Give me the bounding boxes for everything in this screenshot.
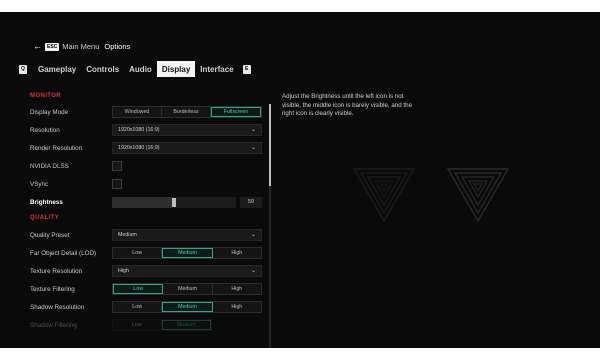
setting-texture-resolution: Texture Resolution High ⌄	[30, 265, 266, 277]
prev-tab-key-badge[interactable]: Q	[19, 64, 27, 74]
dropdown-value: High	[118, 268, 129, 274]
setting-vsync: VSync	[30, 178, 266, 190]
breadcrumb-options: Options	[104, 42, 131, 51]
lod-option-medium[interactable]: Medium	[162, 248, 213, 258]
setting-label: Far Object Detail (LOD)	[30, 249, 97, 257]
shadow-resolution-option-high[interactable]: High	[212, 302, 261, 312]
dlss-checkbox[interactable]	[112, 161, 122, 171]
setting-description: Adjust the Brightness until the left ico…	[282, 93, 413, 118]
setting-lod: Far Object Detail (LOD) Low Medium High	[30, 247, 266, 259]
section-header-monitor: MONITOR	[30, 93, 62, 99]
setting-label: VSync	[30, 180, 49, 188]
chevron-down-icon: ⌄	[250, 268, 256, 274]
display-mode-selector: Windowed Borderless Fullscreen	[112, 106, 262, 118]
esc-key-badge[interactable]: ESC	[45, 42, 60, 51]
setting-display-mode: Display Mode Windowed Borderless Fullscr…	[30, 106, 266, 118]
display-mode-option-fullscreen[interactable]: Fullscreen	[211, 107, 261, 117]
tab-display[interactable]: Display	[156, 61, 196, 77]
chevron-down-icon: ⌄	[250, 127, 256, 133]
back-arrow-icon[interactable]: ←	[33, 42, 42, 51]
brightness-test-icon-right	[446, 168, 510, 223]
dropdown-value: Medium	[118, 232, 137, 238]
setting-label: Brightness	[30, 198, 63, 206]
tab-interface[interactable]: Interface	[195, 61, 238, 77]
setting-shadow-resolution: Shadow Resolution Low Medium High	[30, 301, 266, 313]
render-resolution-dropdown[interactable]: 1920x1080 (16:9) ⌄	[112, 142, 262, 154]
setting-label: Quality Preset	[30, 231, 70, 239]
brightness-slider-thumb[interactable]	[172, 197, 176, 207]
setting-label: Texture Filtering	[30, 285, 75, 293]
setting-resolution: Resolution 1920x1080 (16:9) ⌄	[30, 124, 266, 136]
setting-render-resolution: Render Resolution 1920x1080 (16:9) ⌄	[30, 142, 266, 154]
display-mode-option-borderless[interactable]: Borderless	[162, 107, 211, 117]
texture-filtering-option-medium[interactable]: Medium	[163, 284, 213, 294]
quality-preset-dropdown[interactable]: Medium ⌄	[112, 229, 262, 241]
scrollbar-thumb[interactable]	[269, 104, 271, 186]
setting-label: Display Mode	[30, 108, 69, 116]
tab-gameplay[interactable]: Gameplay	[33, 61, 81, 77]
texture-resolution-dropdown[interactable]: High ⌄	[112, 265, 262, 277]
setting-quality-preset: Quality Preset Medium ⌄	[30, 229, 266, 241]
shadow-filtering-option-medium[interactable]: Medium	[161, 320, 211, 330]
texture-filtering-option-high[interactable]: High	[212, 284, 261, 294]
lod-selector: Low Medium High	[112, 247, 262, 259]
dropdown-value: 1920x1080 (16:9)	[118, 127, 160, 133]
lod-option-low[interactable]: Low	[113, 248, 163, 258]
resolution-dropdown[interactable]: 1920x1080 (16:9) ⌄	[112, 124, 262, 136]
breadcrumb-main-menu[interactable]: Main Menu	[62, 42, 99, 51]
shadow-resolution-option-medium[interactable]: Medium	[162, 302, 213, 312]
vsync-checkbox[interactable]	[112, 179, 122, 189]
section-header-quality: QUALITY	[30, 215, 60, 221]
setting-label: Shadow Resolution	[30, 303, 85, 311]
setting-label: Resolution	[30, 126, 60, 134]
lod-option-high[interactable]: High	[212, 248, 261, 258]
brightness-test-icon-left	[352, 168, 416, 223]
setting-label: NVIDIA DLSS	[30, 162, 69, 170]
brightness-value[interactable]: 50	[240, 196, 262, 208]
shadow-filtering-option-low[interactable]: Low	[113, 320, 162, 330]
setting-brightness: Brightness 50	[30, 196, 266, 208]
next-tab-key-badge[interactable]: E	[242, 64, 251, 74]
setting-dlss: NVIDIA DLSS	[30, 160, 266, 172]
breadcrumb: ← ESC Main Menu Options	[33, 42, 131, 52]
tab-audio[interactable]: Audio	[124, 61, 157, 77]
brightness-slider[interactable]	[112, 196, 236, 208]
shadow-resolution-selector: Low Medium High	[112, 301, 262, 313]
dropdown-value: 1920x1080 (16:9)	[118, 145, 160, 151]
shadow-resolution-option-low[interactable]: Low	[113, 302, 163, 312]
chevron-down-icon: ⌄	[250, 232, 256, 238]
setting-label: Render Resolution	[30, 144, 83, 152]
chevron-down-icon: ⌄	[250, 145, 256, 151]
setting-label: Shadow Filtering	[30, 321, 77, 329]
setting-label: Texture Resolution	[30, 267, 83, 275]
display-mode-option-windowed[interactable]: Windowed	[113, 107, 162, 117]
shadow-filtering-selector: Low Medium	[112, 319, 212, 331]
options-tabs: Q Gameplay Controls Audio Display Interf…	[19, 61, 251, 77]
setting-texture-filtering: Texture Filtering Low Medium High	[30, 283, 266, 295]
texture-filtering-selector: Low Medium High	[112, 283, 262, 295]
options-screen: ← ESC Main Menu Options Q Gameplay Contr…	[0, 12, 600, 348]
tab-controls[interactable]: Controls	[81, 61, 124, 77]
setting-shadow-filtering: Shadow Filtering Low Medium	[30, 319, 266, 331]
texture-filtering-option-low[interactable]: Low	[113, 284, 164, 294]
brightness-slider-fill	[112, 196, 172, 208]
settings-scrollbar[interactable]	[269, 104, 271, 348]
settings-panel: MONITOR Display Mode Windowed Borderless…	[30, 91, 270, 348]
